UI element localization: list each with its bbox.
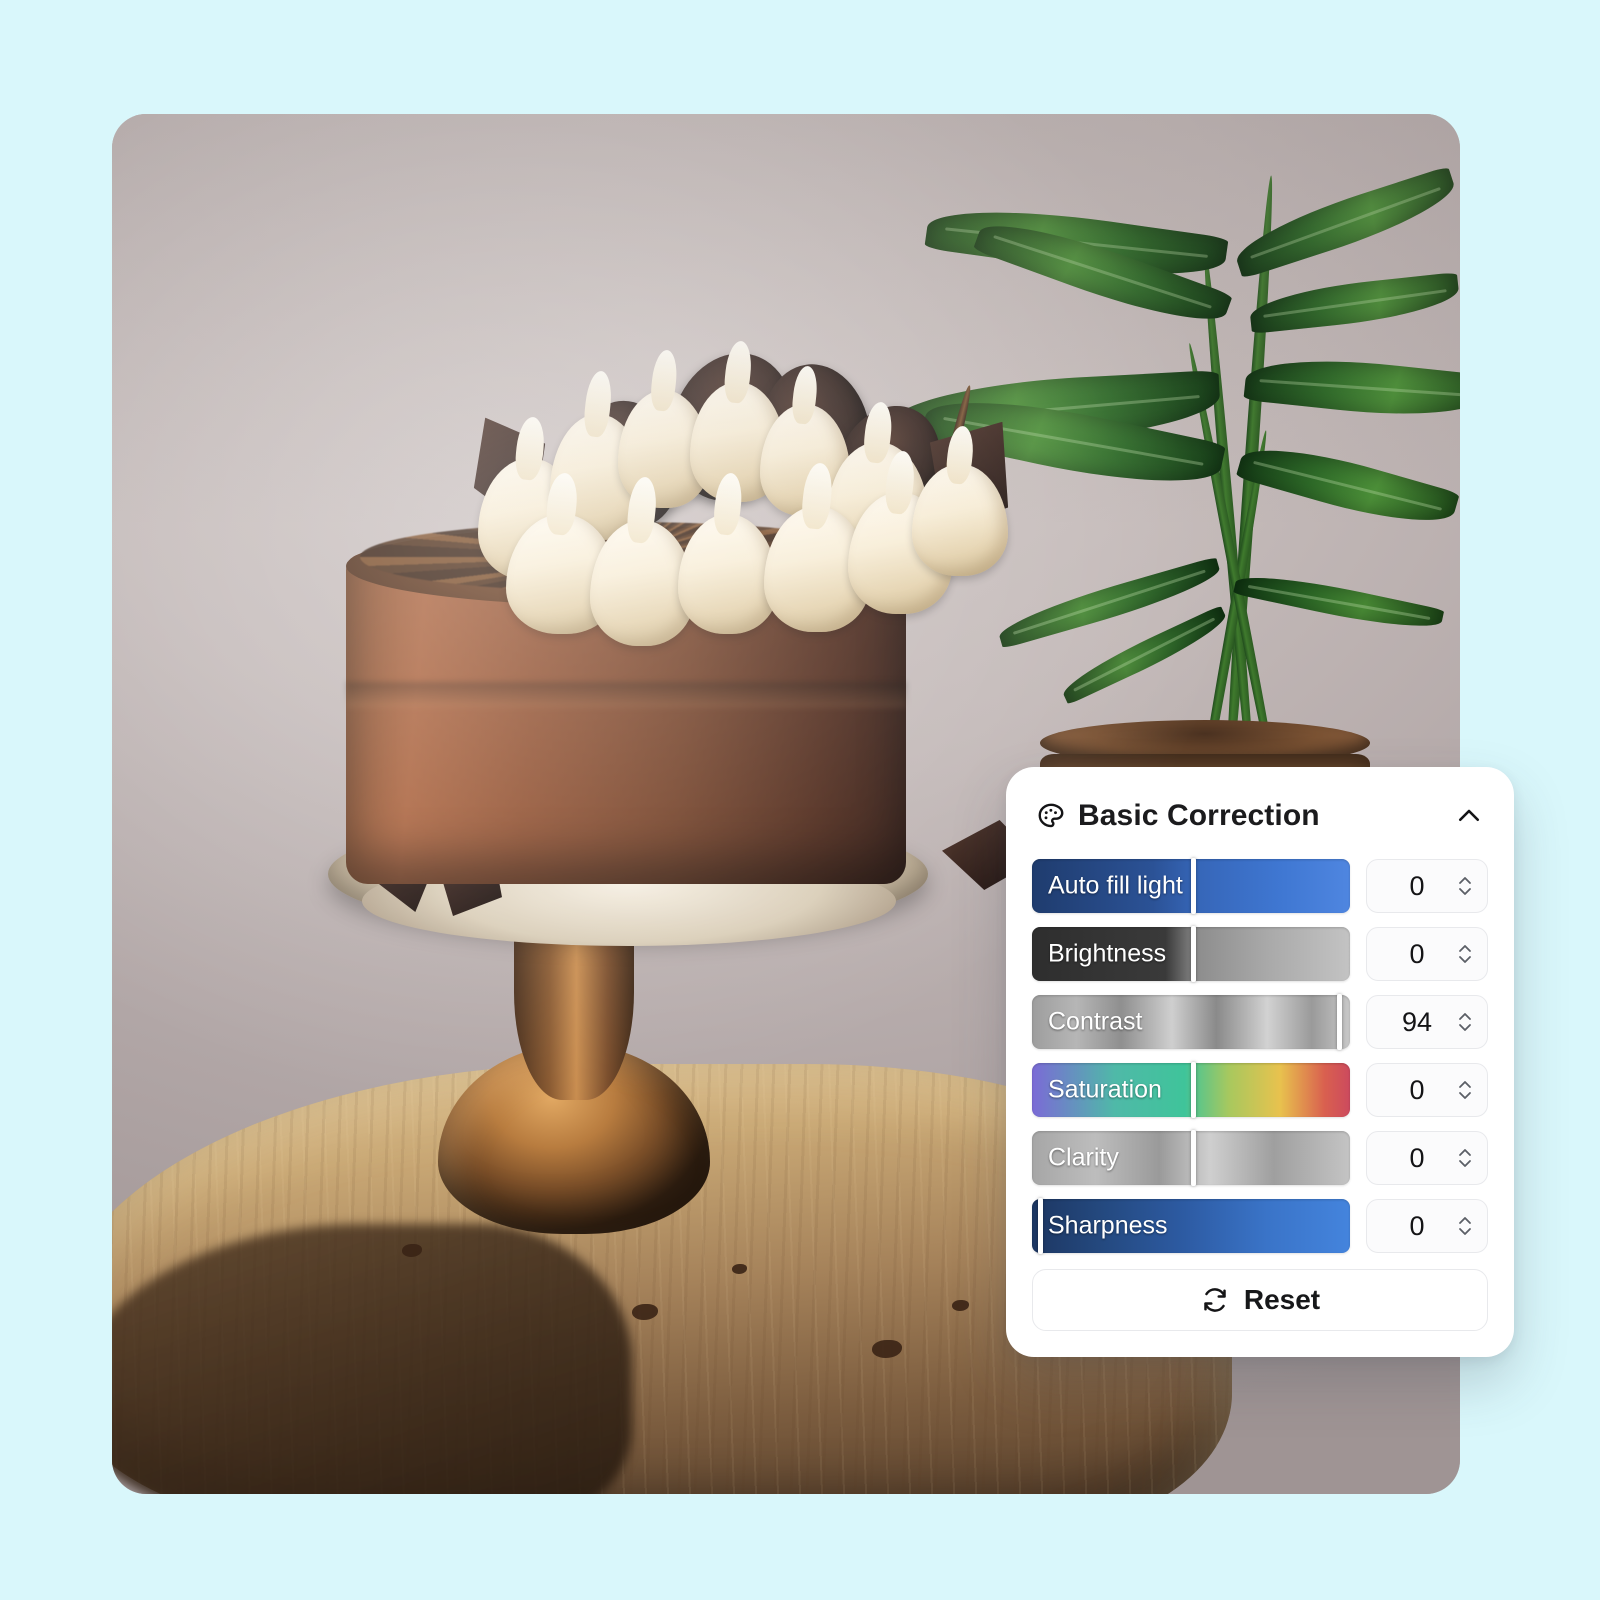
slider-row: Sharpness 0 [1032,1198,1488,1254]
stepper-arrows-icon[interactable] [1455,937,1475,971]
value-text: 0 [1409,1074,1425,1105]
slider-auto-fill-light[interactable]: Auto fill light [1032,858,1350,914]
slider-contrast[interactable]: Contrast [1032,994,1350,1050]
panel-title: Basic Correction [1078,799,1320,832]
palette-icon [1036,801,1066,831]
value-text: 0 [1409,1142,1425,1173]
slider-thumb[interactable] [1038,1198,1044,1254]
slider-thumb[interactable] [1337,994,1343,1050]
slider-row: Auto fill light 0 [1032,858,1488,914]
value-field-sharpness[interactable]: 0 [1366,1199,1488,1253]
value-field-saturation[interactable]: 0 [1366,1063,1488,1117]
value-text: 0 [1409,870,1425,901]
slider-row: Contrast 94 [1032,994,1488,1050]
basic-correction-panel[interactable]: Basic Correction Auto fill light 0 Brigh… [1006,767,1514,1357]
value-field-brightness[interactable]: 0 [1366,927,1488,981]
value-text: 94 [1401,1006,1433,1037]
value-text: 0 [1409,938,1425,969]
stepper-arrows-icon[interactable] [1455,1209,1475,1243]
slider-row: Clarity 0 [1032,1130,1488,1186]
slider-saturation[interactable]: Saturation [1032,1062,1350,1118]
slider-brightness[interactable]: Brightness [1032,926,1350,982]
value-field-clarity[interactable]: 0 [1366,1131,1488,1185]
stepper-arrows-icon[interactable] [1455,869,1475,903]
slider-row: Saturation 0 [1032,1062,1488,1118]
value-field-auto-fill-light[interactable]: 0 [1366,859,1488,913]
slider-thumb[interactable] [1191,1130,1196,1186]
chevron-up-icon[interactable] [1454,801,1484,831]
slider-thumb[interactable] [1191,1062,1196,1118]
slider-row: Brightness 0 [1032,926,1488,982]
reset-label: Reset [1243,1284,1321,1315]
slider-thumb[interactable] [1191,926,1196,982]
reset-button[interactable]: Reset [1032,1269,1488,1331]
value-text: 0 [1409,1210,1425,1241]
stepper-arrows-icon[interactable] [1455,1141,1475,1175]
slider-clarity[interactable]: Clarity [1032,1130,1350,1186]
stepper-arrows-icon[interactable] [1455,1073,1475,1107]
stepper-arrows-icon[interactable] [1455,1005,1475,1039]
slider-list: Auto fill light 0 Brightness 0 Contrast … [1032,858,1488,1254]
refresh-icon [1200,1285,1230,1315]
value-field-contrast[interactable]: 94 [1366,995,1488,1049]
slider-thumb[interactable] [1191,858,1196,914]
slider-sharpness[interactable]: Sharpness [1032,1198,1350,1254]
panel-header: Basic Correction [1032,797,1488,833]
